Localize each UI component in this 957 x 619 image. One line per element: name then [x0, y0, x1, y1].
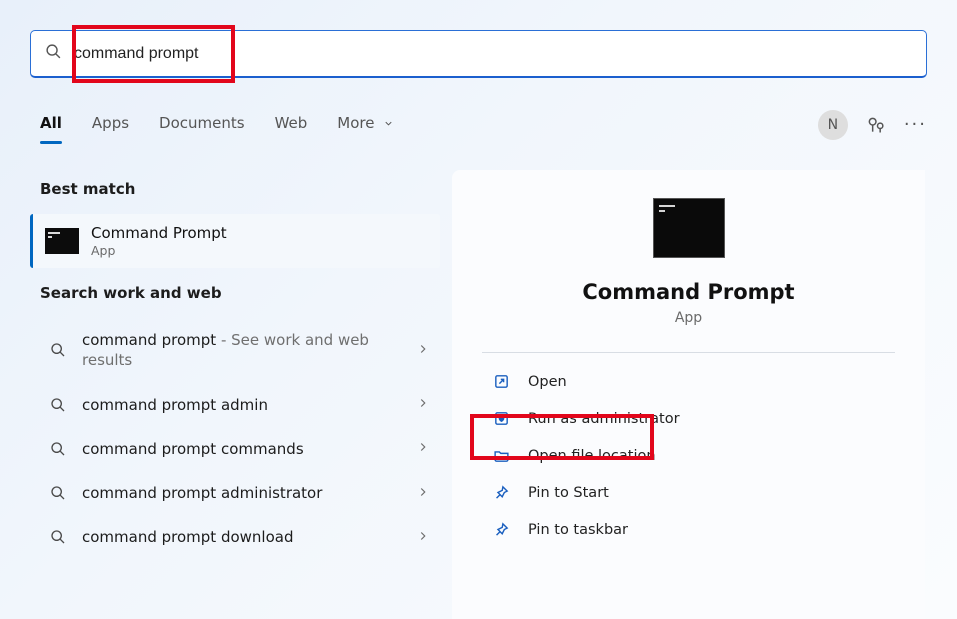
preview-app-icon	[653, 198, 725, 258]
chevron-right-icon	[416, 341, 430, 360]
open-icon	[490, 373, 512, 390]
search-icon	[48, 485, 68, 501]
search-bar[interactable]	[30, 30, 927, 78]
shield-icon	[490, 410, 512, 427]
best-match-subtitle: App	[91, 243, 227, 258]
tab-all[interactable]: All	[40, 108, 62, 142]
action-open-location[interactable]: Open file location	[482, 437, 895, 474]
action-run-admin[interactable]: Run as administrator	[482, 400, 895, 437]
action-pin-start[interactable]: Pin to Start	[482, 474, 895, 511]
more-options-button[interactable]: ···	[904, 114, 927, 137]
search-icon	[48, 342, 68, 358]
rewards-icon[interactable]	[866, 115, 886, 135]
suggestion-hint: - See work and web results	[82, 331, 369, 369]
best-match-title: Command Prompt	[91, 224, 227, 242]
search-icon	[48, 397, 68, 413]
suggestion-text: command prompt administrator	[68, 483, 416, 503]
search-input[interactable]	[62, 45, 912, 63]
suggestion-item[interactable]: command prompt admin	[30, 383, 440, 427]
chevron-right-icon	[416, 528, 430, 547]
action-pin-taskbar-label: Pin to taskbar	[528, 522, 628, 538]
action-run-admin-label: Run as administrator	[528, 411, 680, 427]
chevron-right-icon	[416, 439, 430, 458]
results-column: Best match Command Prompt App Search wor…	[30, 170, 440, 560]
action-pin-taskbar[interactable]: Pin to taskbar	[482, 511, 895, 548]
search-icon	[48, 441, 68, 457]
chevron-right-icon	[416, 484, 430, 503]
preview-title: Command Prompt	[482, 280, 895, 304]
action-open-location-label: Open file location	[528, 448, 656, 464]
suggestion-text: command prompt commands	[68, 439, 416, 459]
tab-documents[interactable]: Documents	[159, 108, 245, 142]
best-match-heading: Best match	[30, 170, 440, 214]
pin-icon	[490, 484, 512, 501]
preview-subtitle: App	[482, 310, 895, 326]
tab-more[interactable]: More	[337, 108, 394, 142]
tab-apps[interactable]: Apps	[92, 108, 129, 142]
search-icon	[48, 529, 68, 545]
best-match-result[interactable]: Command Prompt App	[30, 214, 440, 268]
tab-more-label: More	[337, 114, 374, 132]
suggestion-text: command prompt admin	[68, 395, 416, 415]
divider	[482, 352, 895, 353]
command-prompt-icon	[45, 228, 79, 254]
avatar[interactable]: N	[818, 110, 848, 140]
suggestion-item[interactable]: command prompt download	[30, 515, 440, 559]
action-open-label: Open	[528, 374, 567, 390]
suggestion-text: command prompt download	[68, 527, 416, 547]
pin-icon	[490, 521, 512, 538]
chevron-right-icon	[416, 395, 430, 414]
search-work-web-heading: Search work and web	[30, 274, 440, 318]
suggestion-text: command prompt - See work and web result…	[68, 330, 416, 371]
action-pin-start-label: Pin to Start	[528, 485, 609, 501]
action-open[interactable]: Open	[482, 363, 895, 400]
chevron-down-icon	[383, 118, 394, 129]
preview-panel: Command Prompt App Open Run as administr…	[452, 170, 925, 619]
filter-tabs: All Apps Documents Web More N ···	[40, 108, 927, 142]
tab-web[interactable]: Web	[275, 108, 308, 142]
folder-icon	[490, 447, 512, 464]
suggestion-item[interactable]: command prompt commands	[30, 427, 440, 471]
search-icon	[45, 43, 62, 64]
suggestion-item[interactable]: command prompt administrator	[30, 471, 440, 515]
suggestion-item[interactable]: command prompt - See work and web result…	[30, 318, 440, 383]
